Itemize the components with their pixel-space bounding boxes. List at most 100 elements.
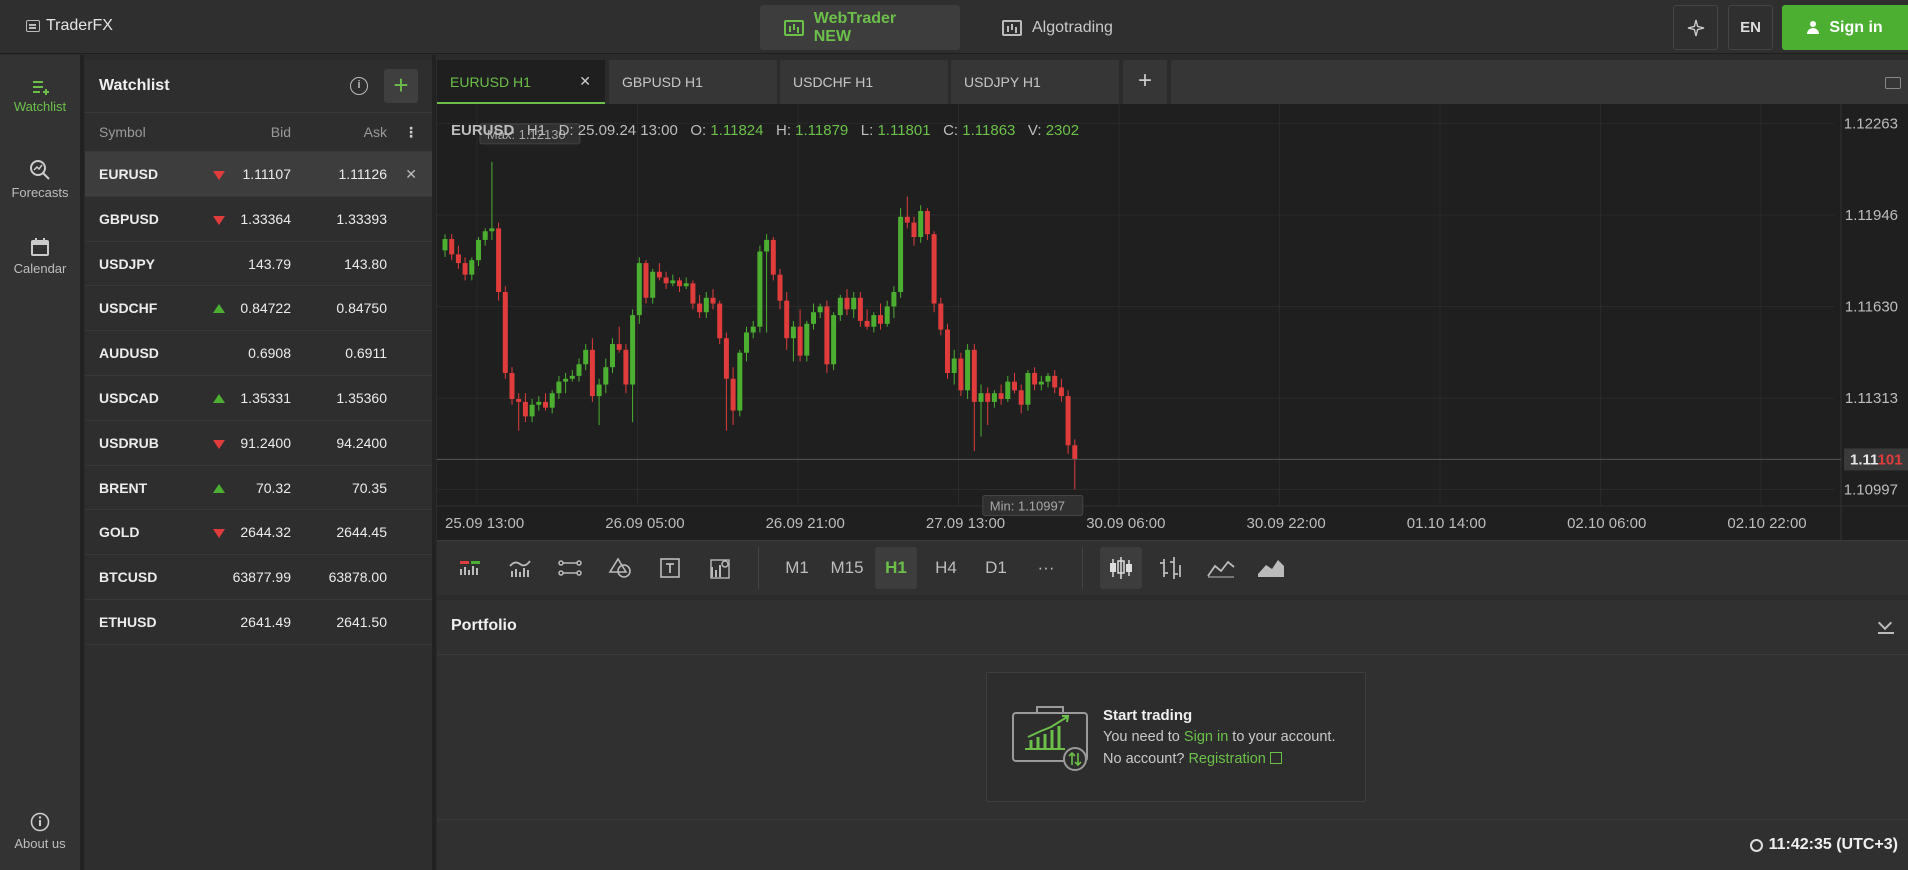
- candle-body: [844, 297, 850, 310]
- candle-body: [737, 352, 743, 411]
- start-trading-title: Start trading: [1103, 707, 1193, 724]
- sidebar-item-watchlist[interactable]: Watchlist: [0, 79, 80, 114]
- watchlist-row-eurusd[interactable]: EURUSD 1.11107 1.11126 ✕: [85, 152, 432, 197]
- row-ask: 0.84750: [336, 300, 387, 317]
- sidebar-item-about[interactable]: About us: [0, 812, 80, 851]
- info-close: 1.11863: [962, 122, 1016, 139]
- watchlist-row-brent[interactable]: BRENT 70.32 70.35: [85, 466, 432, 511]
- current-price-label: 1.11101: [1850, 451, 1903, 468]
- language-button[interactable]: EN: [1728, 5, 1773, 50]
- registration-link[interactable]: Registration: [1188, 751, 1265, 767]
- nav-webtrader-label: WebTrader NEW: [813, 9, 897, 45]
- candles-chart-icon[interactable]: [1100, 547, 1142, 589]
- line-chart-icon[interactable]: [1200, 547, 1242, 589]
- text-tool-icon[interactable]: [649, 547, 691, 589]
- candle-body: [998, 393, 1004, 399]
- candle-body: [529, 404, 535, 417]
- watchlist-row-gold[interactable]: GOLD 2644.32 2644.45: [85, 510, 432, 556]
- candle-body: [683, 283, 689, 287]
- row-bid: 1.11107: [242, 166, 291, 182]
- row-ask: 1.35360: [336, 389, 387, 406]
- indicators-icon[interactable]: [499, 547, 541, 589]
- camera-icon[interactable]: [1869, 60, 1908, 104]
- portfolio-header: Portfolio: [437, 600, 1908, 655]
- settings-chart-icon[interactable]: [699, 547, 741, 589]
- timeframe-h4[interactable]: H4: [925, 547, 967, 589]
- nav-algotrading[interactable]: Algotrading: [978, 5, 1137, 50]
- row-ask: 0.6911: [345, 345, 387, 362]
- timeframe-h1[interactable]: H1: [875, 547, 917, 589]
- add-tab-button[interactable]: +: [1123, 60, 1167, 104]
- info-open: 1.11824: [710, 122, 764, 139]
- timeframe-d1[interactable]: D1: [975, 547, 1017, 589]
- briefcase-chart-icon-svg: [1012, 706, 1088, 771]
- candle-body: [583, 349, 589, 365]
- volume-icon[interactable]: [449, 547, 491, 589]
- timeframe-m15[interactable]: M15: [826, 547, 868, 589]
- close-icon[interactable]: ✕: [579, 73, 591, 90]
- bars-chart-icon[interactable]: [1150, 547, 1192, 589]
- watchlist-row-btcusd[interactable]: BTCUSD 63877.99 63878.00: [85, 555, 432, 600]
- column-ask[interactable]: Ask: [364, 124, 387, 140]
- area-chart-icon[interactable]: [1250, 547, 1292, 589]
- watchlist-row-audusd[interactable]: AUDUSD 0.6908 0.6911: [85, 331, 432, 376]
- watchlist-row-usdcad[interactable]: USDCAD 1.35331 1.35360: [85, 376, 432, 421]
- nav-webtrader[interactable]: WebTrader NEW: [760, 5, 960, 50]
- shapes-icon[interactable]: [599, 547, 641, 589]
- row-symbol: AUDUSD: [99, 345, 159, 362]
- sign-in-button[interactable]: Sign in: [1782, 5, 1908, 50]
- candle-body: [596, 384, 602, 397]
- candle-body: [824, 306, 830, 365]
- candlestick-chart[interactable]: 1.12263 1.11946 1.11630 1.11313 1.10997 25.09…: [437, 104, 1908, 540]
- registration-prompt: No account? Registration: [1103, 751, 1282, 767]
- sidebar-item-calendar[interactable]: Calendar: [0, 237, 80, 276]
- portfolio-panel: Portfolio Start trading You need to Sign…: [437, 600, 1908, 870]
- left-sidebar: Watchlist Forecasts Calendar About us: [0, 55, 80, 870]
- brand[interactable]: TraderFX: [26, 17, 113, 35]
- candle-body: [958, 358, 964, 391]
- sparkle-button[interactable]: [1673, 5, 1718, 50]
- watchlist-row-usdrub[interactable]: USDRUB 91.2400 94.2400: [85, 421, 432, 466]
- candles-icon-svg: [1110, 557, 1132, 579]
- add-symbol-button[interactable]: +: [384, 69, 418, 103]
- collapse-icon[interactable]: [1878, 616, 1894, 634]
- info-low-label: L:: [860, 122, 874, 139]
- watchlist-row-gbpusd[interactable]: GBPUSD 1.33364 1.33393: [85, 197, 432, 242]
- clock-icon: [1749, 838, 1763, 852]
- candle-body: [576, 364, 582, 376]
- watchlist-row-usdjpy[interactable]: USDJPY 143.79 143.80: [85, 242, 432, 287]
- tab-gbpusd[interactable]: GBPUSD H1: [609, 60, 777, 104]
- tab-usdchf[interactable]: USDCHF H1: [780, 60, 948, 104]
- row-ask: 94.2400: [336, 434, 387, 451]
- column-bid[interactable]: Bid: [271, 124, 291, 140]
- line-tools-icon[interactable]: [549, 547, 591, 589]
- candle-body: [482, 231, 488, 240]
- candle-body: [469, 260, 475, 275]
- tab-usdjpy[interactable]: USDJPY H1: [951, 60, 1119, 104]
- more-vertical-icon[interactable]: ⋮: [404, 124, 418, 141]
- close-icon[interactable]: ✕: [405, 166, 417, 183]
- candle-body: [697, 303, 703, 313]
- info-timeframe: H1: [526, 122, 547, 139]
- column-symbol[interactable]: Symbol: [99, 124, 146, 140]
- clock-time: 11:42:35 (UTC+3): [1768, 836, 1898, 853]
- tab-eurusd[interactable]: EURUSD H1 ✕: [437, 60, 605, 104]
- timeframe-m1[interactable]: M1: [776, 547, 818, 589]
- candle-body: [723, 338, 729, 379]
- candle-body: [1065, 396, 1071, 446]
- signin-link[interactable]: Sign in: [1184, 729, 1228, 745]
- info-high-label: H:: [775, 122, 791, 139]
- sidebar-item-forecasts[interactable]: Forecasts: [0, 159, 80, 200]
- chart-area[interactable]: 1.12263 1.11946 1.11630 1.11313 1.10997 25.09…: [437, 104, 1908, 540]
- row-symbol: BRENT: [99, 479, 148, 496]
- candle-body: [764, 239, 770, 252]
- registration-prompt-text: No account?: [1103, 751, 1185, 767]
- y-tick-label: 1.10997: [1844, 482, 1898, 499]
- row-symbol: ETHUSD: [99, 613, 157, 630]
- timeframe-more[interactable]: ···: [1025, 547, 1067, 589]
- signin-prompt: You need to Sign in to your account.: [1103, 729, 1335, 745]
- info-icon[interactable]: i: [350, 77, 368, 95]
- watchlist-row-ethusd[interactable]: ETHUSD 2641.49 2641.50: [85, 600, 432, 645]
- watchlist-row-usdchf[interactable]: USDCHF 0.84722 0.84750: [85, 286, 432, 332]
- external-link-icon[interactable]: [1269, 752, 1282, 764]
